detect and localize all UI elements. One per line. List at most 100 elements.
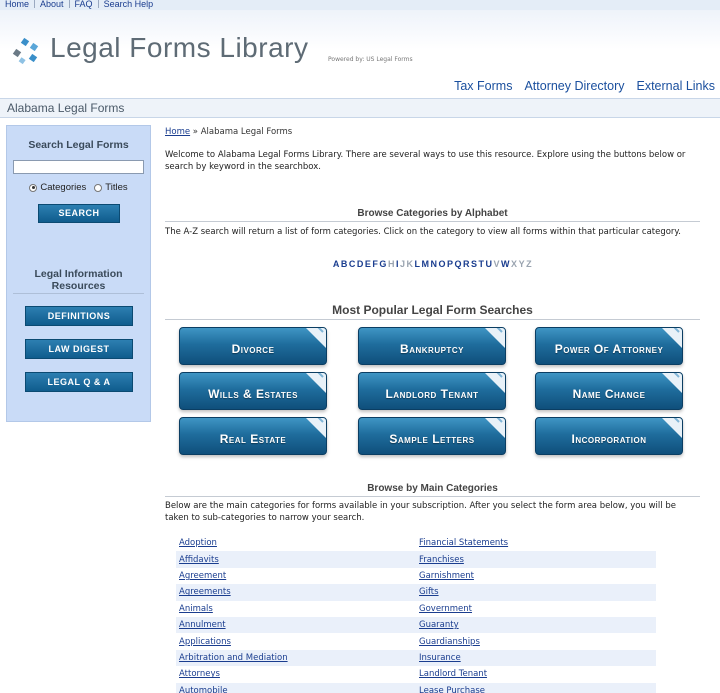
breadcrumb-separator: » xyxy=(190,127,201,137)
category-link[interactable]: Financial Statements xyxy=(416,538,656,548)
tax-forms-link[interactable]: Tax Forms xyxy=(454,79,512,93)
search-button[interactable]: SEARCH xyxy=(38,204,120,223)
category-link[interactable]: Guardianships xyxy=(416,637,656,647)
letter-q[interactable]: Q xyxy=(455,259,463,269)
alphabet-description: The A-Z search will return a list of for… xyxy=(165,227,681,237)
category-link[interactable]: Affidavits xyxy=(176,555,416,565)
site-header: Legal Forms Library Powered by: US Legal… xyxy=(0,10,720,98)
name-change-label: Name Change xyxy=(572,386,646,401)
logo-icon xyxy=(12,37,39,65)
power-of-attorney-button[interactable]: Power Of Attorney xyxy=(535,327,683,365)
section-title: Alabama Legal Forms xyxy=(7,101,125,115)
table-row: Agreement Garnishment xyxy=(176,568,656,584)
letter-b[interactable]: B xyxy=(341,259,348,269)
table-row: Applications Guardianships xyxy=(176,633,656,649)
popular-heading: Most Popular Legal Form Searches xyxy=(165,303,700,320)
letter-v: V xyxy=(493,259,501,269)
table-row: Agreements Gifts xyxy=(176,584,656,601)
category-link[interactable]: Garnishment xyxy=(416,571,656,581)
category-link[interactable]: Agreements xyxy=(176,587,416,597)
bankruptcy-button[interactable]: Bankruptcy xyxy=(358,327,506,365)
letter-l[interactable]: L xyxy=(414,259,420,269)
search-input[interactable] xyxy=(13,160,144,174)
letter-f[interactable]: F xyxy=(372,259,378,269)
radio-empty-icon xyxy=(94,183,103,192)
category-link[interactable]: Applications xyxy=(176,637,416,647)
letter-y: Y xyxy=(518,259,526,269)
letter-g[interactable]: G xyxy=(379,259,387,269)
category-list: Adoption Financial Statements Affidavits Fr… xyxy=(176,535,656,693)
radio-categories[interactable]: Categories xyxy=(29,182,86,193)
category-link[interactable]: Gifts xyxy=(416,587,656,597)
topnav-search-help[interactable]: Search Help xyxy=(99,0,159,9)
letter-r[interactable]: R xyxy=(463,259,470,269)
letter-n[interactable]: N xyxy=(430,259,437,269)
legal-qa-button[interactable]: LEGAL Q & A xyxy=(25,372,133,392)
main-categories-heading: Browse by Main Categories xyxy=(165,483,700,497)
landlord-tenant-label: Landlord Tenant xyxy=(385,386,479,401)
table-row: Adoption Financial Statements xyxy=(176,535,656,551)
name-change-button[interactable]: Name Change xyxy=(535,372,683,410)
sidebar-divider xyxy=(13,293,144,294)
top-nav: Home About FAQ Search Help xyxy=(0,0,720,10)
category-link[interactable]: Insurance xyxy=(416,653,656,663)
letter-c[interactable]: C xyxy=(349,259,356,269)
topnav-faq[interactable]: FAQ xyxy=(70,0,99,9)
category-link[interactable]: Government xyxy=(416,604,656,614)
category-link[interactable]: Lease Purchase xyxy=(416,686,656,693)
search-title: Search Legal Forms xyxy=(28,139,129,151)
sample-letters-button[interactable]: Sample Letters xyxy=(358,417,506,455)
powered-by: Powered by: US Legal Forms xyxy=(328,56,413,63)
letter-z: Z xyxy=(526,259,533,269)
category-link[interactable]: Landlord Tenant xyxy=(416,669,656,679)
alphabet-heading: Browse Categories by Alphabet xyxy=(165,208,700,222)
sample-letters-label: Sample Letters xyxy=(389,431,475,446)
letter-p[interactable]: P xyxy=(447,259,454,269)
topnav-home[interactable]: Home xyxy=(0,0,36,9)
category-link[interactable]: Franchises xyxy=(416,555,656,565)
category-link[interactable]: Animals xyxy=(176,604,416,614)
category-link[interactable]: Agreement xyxy=(176,571,416,581)
search-type-radios: Categories Titles xyxy=(7,182,150,193)
incorporation-label: Incorporation xyxy=(571,431,647,446)
breadcrumb-home[interactable]: Home xyxy=(165,127,190,137)
wills-estates-button[interactable]: Wills & Estates xyxy=(179,372,327,410)
table-row: Animals Government xyxy=(176,601,656,617)
breadcrumb: Home » Alabama Legal Forms xyxy=(165,127,292,137)
letter-j: J xyxy=(399,259,406,269)
category-link[interactable]: Automobile xyxy=(176,686,416,693)
category-link[interactable]: Attorneys xyxy=(176,669,416,679)
divorce-button[interactable]: Divorce xyxy=(179,327,327,365)
category-link[interactable]: Guaranty xyxy=(416,620,656,630)
topnav-about[interactable]: About xyxy=(35,0,70,9)
law-digest-button[interactable]: LAW DIGEST xyxy=(25,339,133,359)
real-estate-label: Real Estate xyxy=(219,431,287,446)
category-link[interactable]: Adoption xyxy=(176,538,416,548)
letter-s[interactable]: S xyxy=(471,259,478,269)
table-row: Attorneys Landlord Tenant xyxy=(176,666,656,682)
resources-title: Legal Information Resources xyxy=(34,268,123,292)
definitions-button[interactable]: DEFINITIONS xyxy=(25,306,133,326)
intro-text: Welcome to Alabama Legal Forms Library. … xyxy=(165,150,686,172)
letter-w[interactable]: W xyxy=(501,259,510,269)
real-estate-button[interactable]: Real Estate xyxy=(179,417,327,455)
letter-e[interactable]: E xyxy=(365,259,372,269)
category-link[interactable]: Annulment xyxy=(176,620,416,630)
site-title[interactable]: Legal Forms Library xyxy=(50,32,308,64)
radio-titles[interactable]: Titles xyxy=(94,182,128,193)
letter-m[interactable]: M xyxy=(421,259,429,269)
category-link[interactable]: Arbitration and Mediation xyxy=(176,653,416,663)
attorney-directory-link[interactable]: Attorney Directory xyxy=(524,79,624,93)
incorporation-button[interactable]: Incorporation xyxy=(535,417,683,455)
radio-selected-icon xyxy=(29,183,38,192)
letter-d[interactable]: D xyxy=(357,259,364,269)
letter-i[interactable]: I xyxy=(396,259,399,269)
external-links-link[interactable]: External Links xyxy=(636,79,715,93)
letter-u[interactable]: U xyxy=(486,259,493,269)
landlord-tenant-button[interactable]: Landlord Tenant xyxy=(358,372,506,410)
breadcrumb-current: Alabama Legal Forms xyxy=(200,127,293,137)
letter-t[interactable]: T xyxy=(479,259,485,269)
letter-a[interactable]: A xyxy=(333,259,340,269)
divorce-label: Divorce xyxy=(231,341,275,356)
letter-o[interactable]: O xyxy=(438,259,446,269)
